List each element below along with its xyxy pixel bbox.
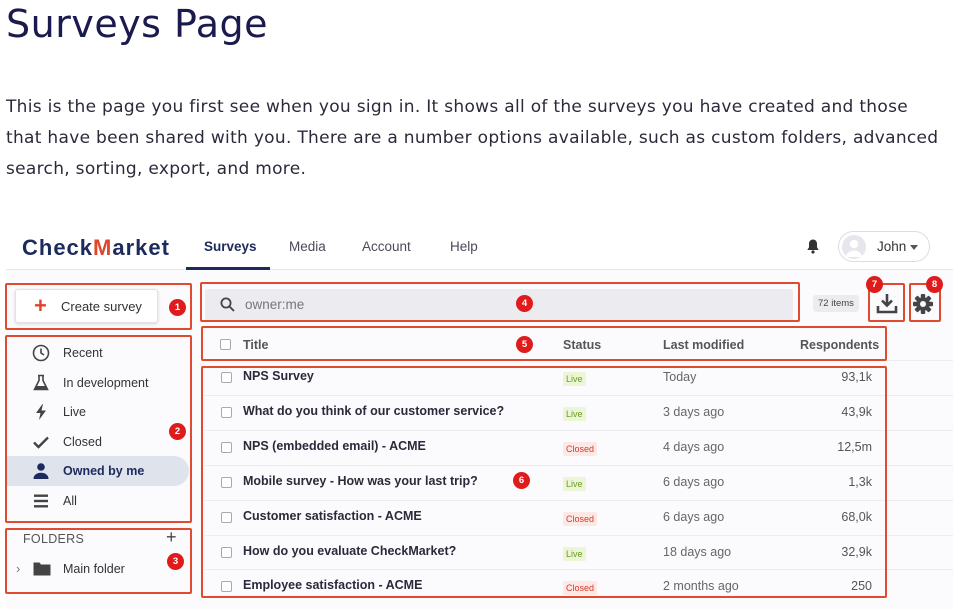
sidebar-item-live[interactable]: Live xyxy=(7,397,189,427)
row-checkbox[interactable] xyxy=(221,547,232,558)
user-icon xyxy=(33,463,49,479)
active-tab-indicator xyxy=(186,267,270,270)
sidebar-item-all[interactable]: All xyxy=(7,486,189,516)
sidebar-item-closed[interactable]: Closed xyxy=(7,427,189,457)
annotation-marker-8: 8 xyxy=(926,276,943,293)
status-badge: Live xyxy=(563,477,586,491)
intro-text: This is the page you first see when you … xyxy=(6,97,939,179)
table-row[interactable]: NPS Survey Live Today 93,1k xyxy=(205,360,953,395)
table-row[interactable]: Employee satisfaction - ACME Closed 2 mo… xyxy=(205,569,953,604)
row-checkbox[interactable] xyxy=(221,407,232,418)
caret-down-icon xyxy=(910,245,918,250)
flask-icon xyxy=(33,374,49,391)
column-respondents[interactable]: Respondents xyxy=(800,338,879,352)
row-checkbox[interactable] xyxy=(221,477,232,488)
table-row[interactable]: How do you evaluate CheckMarket? Live 18… xyxy=(205,535,953,570)
table-row[interactable]: NPS (embedded email) - ACME Closed 4 day… xyxy=(205,430,953,465)
tab-help[interactable]: Help xyxy=(450,239,478,254)
create-survey-button[interactable]: + Create survey xyxy=(15,289,158,323)
status-badge: Closed xyxy=(563,442,598,456)
annotation-marker-3: 3 xyxy=(167,553,184,570)
search-icon xyxy=(220,297,235,312)
annotation-marker-6: 6 xyxy=(513,472,530,489)
sidebar-item-in-development[interactable]: In development xyxy=(7,368,189,398)
annotation-marker-7: 7 xyxy=(866,276,883,293)
status-badge: Closed xyxy=(563,512,598,526)
folder-icon xyxy=(33,562,51,576)
page-title: Surveys Page xyxy=(6,2,269,46)
tab-surveys[interactable]: Surveys xyxy=(204,239,257,254)
chevron-right-icon[interactable]: › xyxy=(16,561,20,576)
select-all-checkbox[interactable] xyxy=(220,339,231,350)
clock-icon xyxy=(32,344,50,362)
plus-icon: + xyxy=(34,293,47,318)
row-checkbox[interactable] xyxy=(221,581,232,592)
row-checkbox[interactable] xyxy=(221,372,232,383)
list-icon xyxy=(34,494,48,508)
table-row[interactable]: What do you think of our customer servic… xyxy=(205,395,953,430)
add-folder-button[interactable]: + xyxy=(166,527,177,548)
annotation-marker-4: 4 xyxy=(516,295,533,312)
user-name: John xyxy=(877,239,907,254)
annotation-marker-1: 1 xyxy=(169,299,186,316)
app-screenshot: CheckMarket Surveys Media Account Help J… xyxy=(5,222,953,609)
annotation-marker-2: 2 xyxy=(169,423,186,440)
row-checkbox[interactable] xyxy=(221,442,232,453)
status-badge: Closed xyxy=(563,581,598,595)
items-count-badge: 72 items xyxy=(813,295,859,312)
column-status[interactable]: Status xyxy=(563,338,601,352)
search-bar xyxy=(205,289,793,320)
gear-icon[interactable] xyxy=(908,289,938,319)
top-navbar: CheckMarket Surveys Media Account Help J… xyxy=(6,222,953,270)
column-title[interactable]: Title xyxy=(243,338,268,352)
sidebar-item-owned-by-me[interactable]: Owned by me xyxy=(7,456,189,486)
checkmarket-logo[interactable]: CheckMarket xyxy=(22,235,170,261)
folders-heading: FOLDERS xyxy=(23,532,85,546)
status-badge: Live xyxy=(563,547,586,561)
status-badge: Live xyxy=(563,407,586,421)
column-last-modified[interactable]: Last modified xyxy=(663,338,744,352)
download-icon[interactable] xyxy=(872,289,902,319)
lightning-icon xyxy=(36,404,46,420)
annotation-marker-5: 5 xyxy=(516,336,533,353)
row-checkbox[interactable] xyxy=(221,512,232,523)
table-row[interactable]: Customer satisfaction - ACME Closed 6 da… xyxy=(205,500,953,535)
tab-account[interactable]: Account xyxy=(362,239,411,254)
check-icon xyxy=(33,436,49,449)
search-input[interactable] xyxy=(245,292,645,317)
avatar xyxy=(842,235,866,259)
sidebar-item-recent[interactable]: Recent xyxy=(7,338,189,368)
tab-media[interactable]: Media xyxy=(289,239,326,254)
table-row[interactable]: Mobile survey - How was your last trip? … xyxy=(205,465,953,500)
bell-icon[interactable] xyxy=(806,238,820,254)
user-menu[interactable]: John xyxy=(838,231,930,262)
folder-item[interactable]: › Main folder xyxy=(14,559,184,581)
status-badge: Live xyxy=(563,372,586,386)
